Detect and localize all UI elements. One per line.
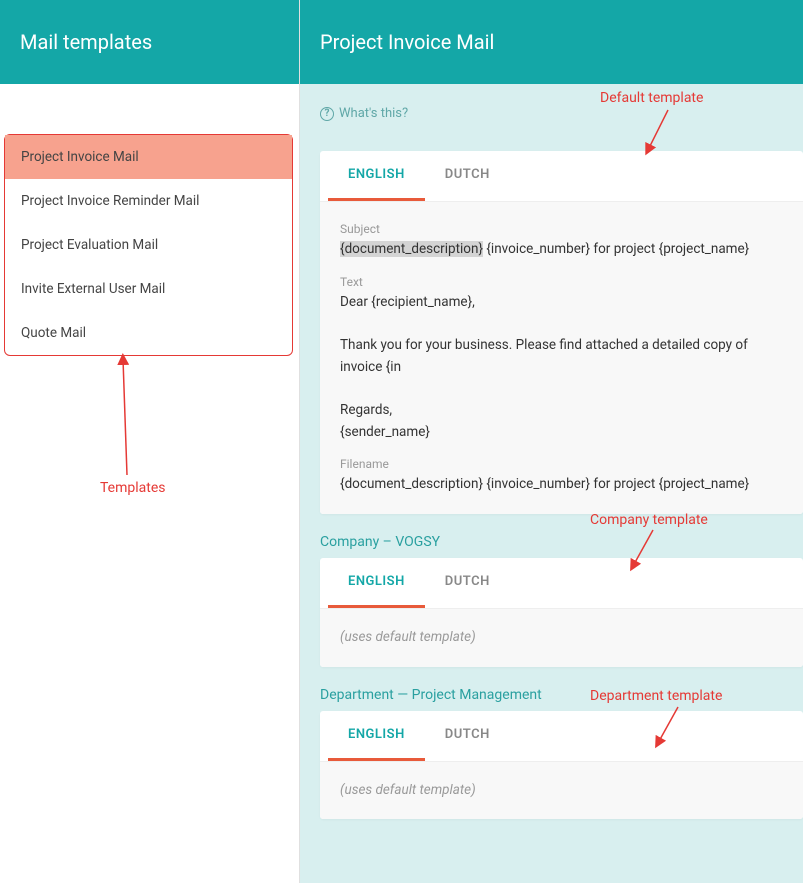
company-tabs: ENGLISH DUTCH [320, 558, 803, 609]
department-card-body: (uses default template) [320, 762, 803, 820]
subject-value: {document_description} {invoice_number} … [340, 239, 783, 261]
template-item-project-evaluation[interactable]: Project Evaluation Mail [5, 223, 292, 267]
default-template-card: ENGLISH DUTCH Subject {document_descript… [320, 151, 803, 514]
company-template-card: ENGLISH DUTCH (uses default template) [320, 558, 803, 667]
filename-value: {document_description} {invoice_number} … [340, 474, 783, 496]
tab-dutch-department[interactable]: DUTCH [425, 711, 510, 761]
template-item-invite-external-user[interactable]: Invite External User Mail [5, 267, 292, 311]
subject-highlight: {document_description} [340, 241, 483, 257]
tab-english-department[interactable]: ENGLISH [328, 711, 425, 761]
default-tabs: ENGLISH DUTCH [320, 151, 803, 202]
tab-dutch-default[interactable]: DUTCH [425, 151, 510, 201]
sidebar-title: Mail templates [0, 0, 299, 84]
company-heading: Company – VOGSY [320, 534, 803, 550]
tab-dutch-company[interactable]: DUTCH [425, 558, 510, 608]
whats-this-label: What's this? [339, 106, 408, 121]
subject-rest: {invoice_number} for project {project_na… [483, 241, 749, 257]
company-card-body: (uses default template) [320, 609, 803, 667]
department-heading: Department — Project Management [320, 687, 803, 703]
whats-this-link[interactable]: ? What's this? [320, 106, 408, 121]
template-list: Project Invoice Mail Project Invoice Rem… [4, 134, 293, 356]
department-template-card: ENGLISH DUTCH (uses default template) [320, 711, 803, 820]
department-tabs: ENGLISH DUTCH [320, 711, 803, 762]
main-panel: Project Invoice Mail ? What's this? ENGL… [300, 0, 803, 883]
help-icon: ? [320, 107, 334, 121]
company-uses-default: (uses default template) [340, 629, 476, 645]
template-item-project-invoice-reminder[interactable]: Project Invoice Reminder Mail [5, 179, 292, 223]
subject-label: Subject [340, 220, 783, 239]
filename-label: Filename [340, 455, 783, 474]
template-item-quote-mail[interactable]: Quote Mail [5, 311, 292, 355]
content-area: ? What's this? ENGLISH DUTCH Subject {do… [300, 84, 803, 849]
department-uses-default: (uses default template) [340, 782, 476, 798]
tab-english-company[interactable]: ENGLISH [328, 558, 425, 608]
tab-english-default[interactable]: ENGLISH [328, 151, 425, 201]
text-label: Text [340, 273, 783, 292]
page-title: Project Invoice Mail [300, 0, 803, 84]
sidebar: Mail templates Project Invoice Mail Proj… [0, 0, 300, 883]
default-card-body: Subject {document_description} {invoice_… [320, 202, 803, 514]
text-body: Dear {recipient_name}, Thank you for you… [340, 292, 783, 443]
template-item-project-invoice[interactable]: Project Invoice Mail [5, 135, 292, 179]
